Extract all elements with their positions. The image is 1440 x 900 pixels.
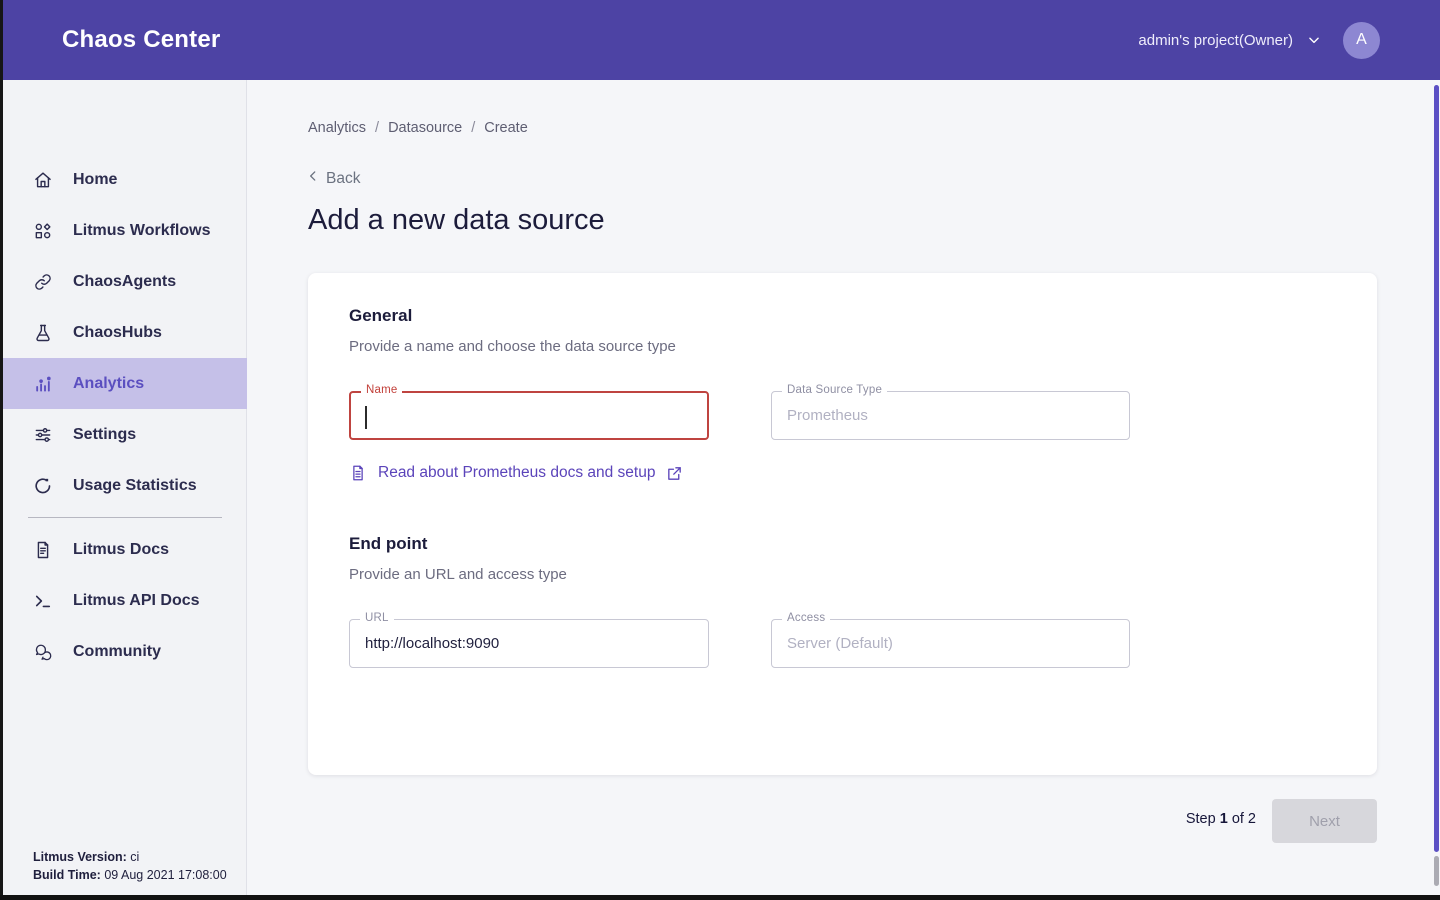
- window-bottom-edge: [0, 895, 1440, 900]
- text-caret: [365, 406, 367, 429]
- general-section-subtitle: Provide a name and choose the data sourc…: [349, 338, 676, 355]
- prometheus-docs-link[interactable]: Read about Prometheus docs and setup: [349, 463, 683, 483]
- avatar[interactable]: A: [1343, 22, 1380, 59]
- sidebar-item-community[interactable]: Community: [0, 626, 247, 677]
- datasource-form-card: General Provide a name and choose the da…: [308, 273, 1377, 775]
- sidebar-item-label: Litmus API Docs: [73, 592, 200, 610]
- data-source-type-value: Prometheus: [787, 392, 868, 439]
- sidebar-item-home[interactable]: Home: [0, 154, 247, 205]
- endpoint-section-subtitle: Provide an URL and access type: [349, 566, 567, 583]
- chat-bubbles-icon: [33, 642, 53, 662]
- version-info: Litmus Version: ci Build Time: 09 Aug 20…: [33, 848, 227, 884]
- next-button[interactable]: Next: [1272, 799, 1377, 843]
- sidebar-item-label: Litmus Workflows: [73, 222, 211, 240]
- project-selector-dropdown[interactable]: admin's project(Owner): [1138, 32, 1321, 49]
- sidebar-item-label: Home: [73, 171, 117, 189]
- back-button[interactable]: Back: [306, 169, 360, 188]
- agents-link-icon: [33, 272, 53, 292]
- home-icon: [33, 170, 53, 190]
- sidebar-item-analytics[interactable]: Analytics: [0, 358, 247, 409]
- data-source-type-field[interactable]: Data Source Type Prometheus: [771, 391, 1130, 440]
- sidebar-item-litmus-api-docs[interactable]: Litmus API Docs: [0, 575, 247, 626]
- scrollbar-track-end[interactable]: [1434, 856, 1439, 886]
- name-field-label: Name: [361, 384, 402, 396]
- vertical-scrollbar[interactable]: [1434, 85, 1439, 852]
- sidebar-item-label: Litmus Docs: [73, 541, 169, 559]
- sidebar-item-label: ChaosAgents: [73, 273, 176, 291]
- external-link-icon: [666, 465, 683, 482]
- breadcrumb-separator: /: [471, 120, 475, 136]
- sidebar-item-settings[interactable]: Settings: [0, 409, 247, 460]
- breadcrumb-analytics[interactable]: Analytics: [308, 120, 366, 136]
- sidebar-item-label: Community: [73, 643, 161, 661]
- sidebar-item-label: Usage Statistics: [73, 477, 197, 495]
- sidebar-item-usage-statistics[interactable]: Usage Statistics: [0, 460, 247, 511]
- app-header: Chaos Center admin's project(Owner) A: [0, 0, 1440, 80]
- breadcrumb: Analytics / Datasource / Create: [308, 120, 528, 136]
- url-field-value: http://localhost:9090: [365, 620, 499, 667]
- project-selector-label: admin's project(Owner): [1138, 32, 1293, 49]
- sidebar-item-chaoshubs[interactable]: ChaosHubs: [0, 307, 247, 358]
- document-icon: [33, 540, 53, 560]
- breadcrumb-separator: /: [375, 120, 379, 136]
- avatar-initial: A: [1356, 31, 1367, 49]
- workflows-icon: [33, 221, 53, 241]
- prometheus-docs-link-label: Read about Prometheus docs and setup: [378, 464, 655, 482]
- window-left-edge: [0, 0, 3, 900]
- sidebar-item-label: Settings: [73, 426, 136, 444]
- access-field-placeholder: Server (Default): [787, 620, 893, 667]
- version-label: Litmus Version:: [33, 850, 127, 864]
- sidebar-divider: [28, 517, 222, 518]
- chevron-left-icon: [306, 169, 320, 188]
- sidebar-item-litmus-workflows[interactable]: Litmus Workflows: [0, 205, 247, 256]
- step-prefix: Step: [1186, 811, 1216, 827]
- name-field[interactable]: Name: [349, 391, 709, 440]
- endpoint-section-heading: End point: [349, 534, 427, 554]
- breadcrumb-create[interactable]: Create: [484, 120, 528, 136]
- general-section-heading: General: [349, 306, 412, 326]
- step-current: 1: [1220, 811, 1228, 827]
- build-time-value: 09 Aug 2021 17:08:00: [104, 868, 226, 882]
- step-rest: of 2: [1232, 811, 1256, 827]
- analytics-chart-icon: [33, 374, 53, 394]
- access-field[interactable]: Access Server (Default): [771, 619, 1130, 668]
- page-title: Add a new data source: [308, 204, 605, 237]
- sidebar: Home Litmus Workflows ChaosAgents ChaosH…: [0, 80, 247, 900]
- document-page-icon: [349, 463, 367, 483]
- chevron-down-icon: [1307, 33, 1321, 47]
- sidebar-item-litmus-docs[interactable]: Litmus Docs: [0, 524, 247, 575]
- wizard-footer: Step 1 of 2 Next: [248, 799, 1377, 843]
- main-content: Analytics / Datasource / Create Back Add…: [248, 80, 1440, 900]
- breadcrumb-datasource[interactable]: Datasource: [388, 120, 462, 136]
- version-value: ci: [130, 850, 139, 864]
- build-time-label: Build Time:: [33, 868, 101, 882]
- sidebar-item-label: ChaosHubs: [73, 324, 162, 342]
- usage-loop-icon: [33, 476, 53, 496]
- step-indicator: Step 1 of 2: [1186, 811, 1256, 827]
- settings-sliders-icon: [33, 425, 53, 445]
- sidebar-item-chaosagents[interactable]: ChaosAgents: [0, 256, 247, 307]
- terminal-icon: [33, 591, 53, 611]
- flask-icon: [33, 323, 53, 343]
- app-title: Chaos Center: [62, 26, 220, 54]
- url-field[interactable]: URL http://localhost:9090: [349, 619, 709, 668]
- back-label: Back: [326, 170, 360, 188]
- sidebar-item-label: Analytics: [73, 375, 144, 393]
